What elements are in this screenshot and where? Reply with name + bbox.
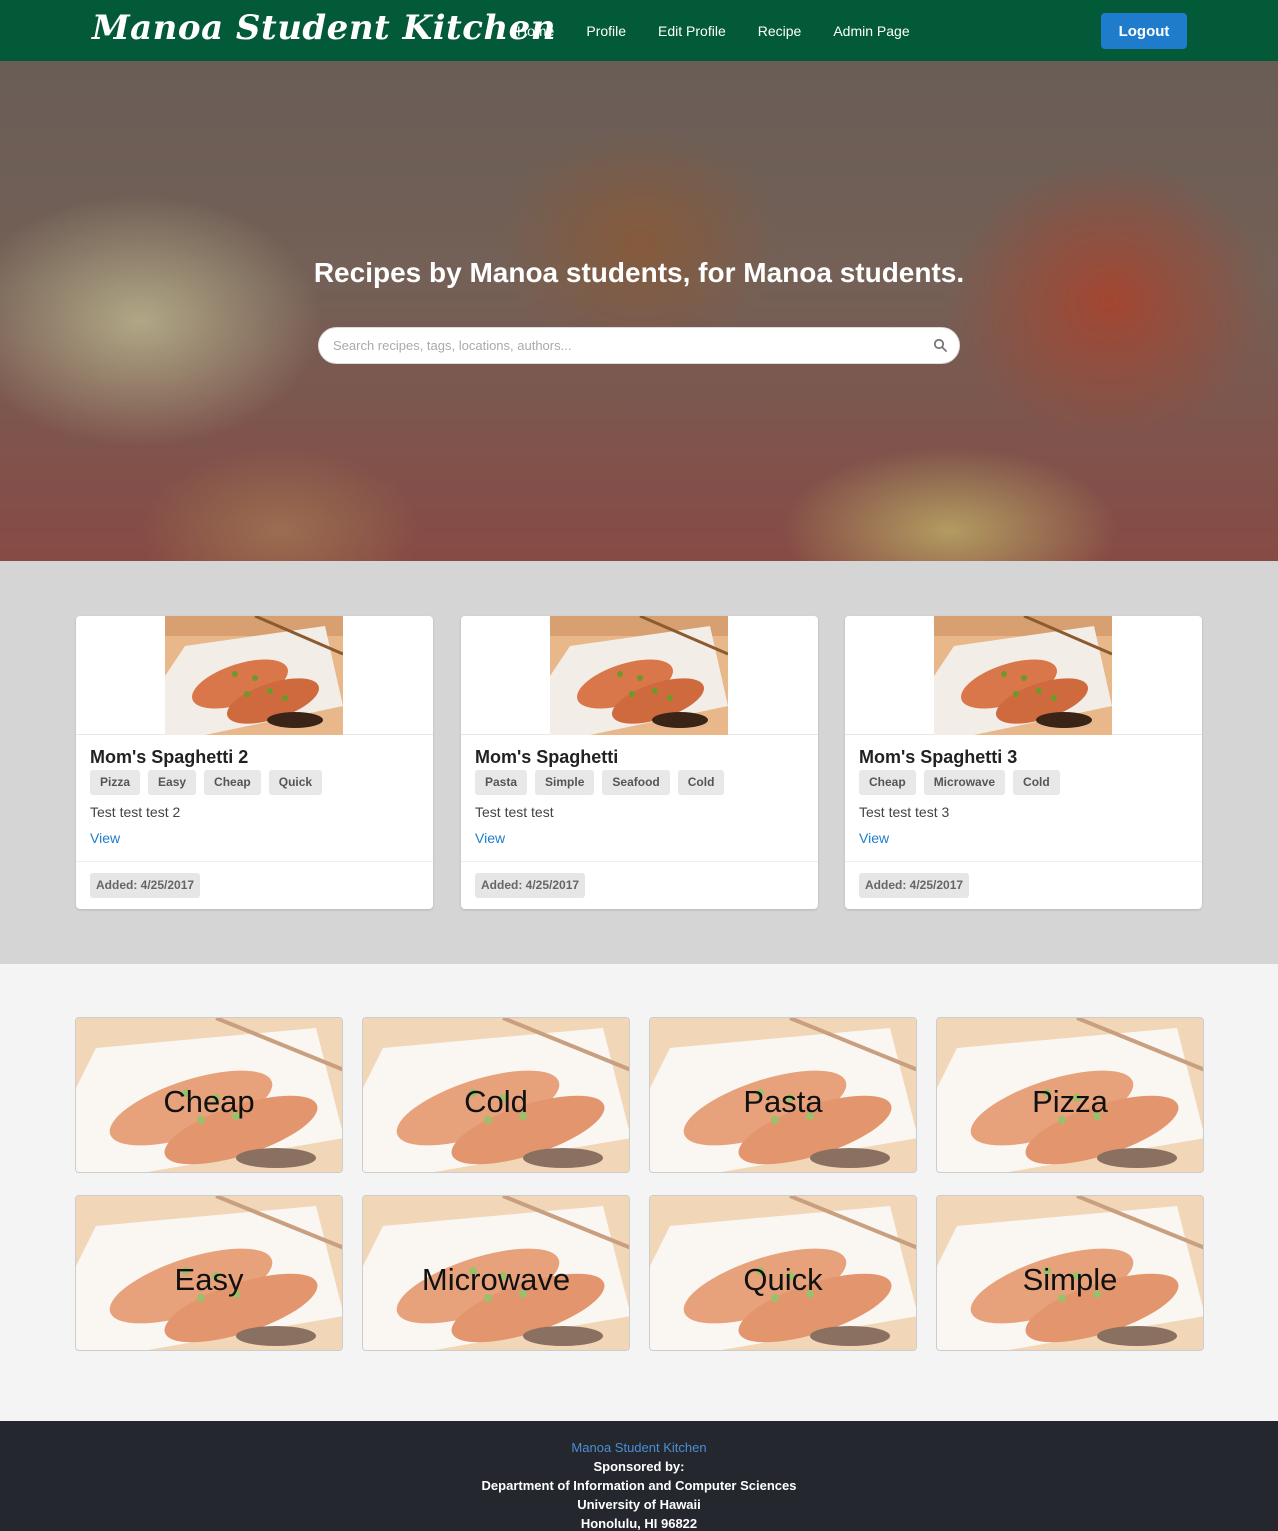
recent-recipes-section: Mom's Spaghetti 2 Pizza Easy Cheap Quick…	[0, 561, 1278, 964]
recipe-tag[interactable]: Seafood	[602, 770, 670, 795]
category-tile-microwave[interactable]: Microwave	[362, 1195, 630, 1351]
card-footer: Added: 4/25/2017	[461, 861, 818, 909]
nav-home[interactable]: Home	[517, 23, 554, 39]
nav-edit-profile[interactable]: Edit Profile	[658, 23, 726, 39]
recipe-image[interactable]	[550, 616, 728, 735]
logout-button[interactable]: Logout	[1101, 13, 1187, 49]
recipe-card: Mom's Spaghetti 3 Cheap Microwave Cold T…	[845, 616, 1202, 909]
category-tile-simple[interactable]: Simple	[936, 1195, 1204, 1351]
nav-admin-page[interactable]: Admin Page	[833, 23, 909, 39]
category-tile-pizza[interactable]: Pizza	[936, 1017, 1204, 1173]
recipe-tag[interactable]: Cheap	[204, 770, 261, 795]
recipe-card: Mom's Spaghetti Pasta Simple Seafood Col…	[461, 616, 818, 909]
nav-links: Home Profile Edit Profile Recipe Admin P…	[517, 0, 942, 61]
recipe-title: Mom's Spaghetti	[475, 747, 619, 767]
view-recipe-link[interactable]: View	[90, 830, 120, 846]
search-input[interactable]	[333, 328, 923, 363]
recipe-tags: Cheap Microwave Cold	[859, 770, 1068, 795]
recipe-description: Test test test	[475, 804, 554, 820]
category-tiles-section: Cheap Cold Pasta Pizza Easy Microwave Qu…	[0, 964, 1278, 1421]
footer-sponsored: Sponsored by:	[593, 1459, 685, 1474]
search-icon[interactable]	[933, 338, 947, 352]
hero-banner: Recipes by Manoa students, for Manoa stu…	[0, 61, 1278, 561]
recipe-tag[interactable]: Easy	[148, 770, 197, 795]
recipe-tag[interactable]: Simple	[535, 770, 595, 795]
hero-title: Recipes by Manoa students, for Manoa stu…	[313, 257, 965, 288]
card-image-area	[461, 616, 818, 735]
footer-address: Honolulu, HI 96822	[580, 1516, 698, 1531]
footer: Manoa Student Kitchen Sponsored by: Depa…	[0, 1421, 1278, 1531]
recipe-tag[interactable]: Microwave	[923, 770, 1006, 795]
recipe-tags: Pasta Simple Seafood Cold	[475, 770, 732, 795]
recipe-description: Test test test 3	[859, 804, 950, 820]
added-date-badge: Added: 4/25/2017	[90, 873, 201, 898]
category-tile-pasta[interactable]: Pasta	[649, 1017, 917, 1173]
view-recipe-link[interactable]: View	[859, 830, 889, 846]
nav-profile[interactable]: Profile	[586, 23, 626, 39]
recipe-title: Mom's Spaghetti 2	[90, 747, 249, 767]
recipe-title: Mom's Spaghetti 3	[859, 747, 1018, 767]
nav-recipe[interactable]: Recipe	[758, 23, 802, 39]
category-tile-easy[interactable]: Easy	[75, 1195, 343, 1351]
footer-department: Department of Information and Computer S…	[481, 1478, 797, 1493]
category-tile-cheap[interactable]: Cheap	[75, 1017, 343, 1173]
category-tile-cold[interactable]: Cold	[362, 1017, 630, 1173]
recipe-tags: Pizza Easy Cheap Quick	[90, 770, 330, 795]
card-image-area	[76, 616, 433, 735]
footer-university: University of Hawaii	[577, 1497, 701, 1512]
card-footer: Added: 4/25/2017	[845, 861, 1202, 909]
navbar: Manoa Student Kitchen Home Profile Edit …	[0, 0, 1278, 61]
recipe-image[interactable]	[165, 616, 343, 735]
recipe-tag[interactable]: Cheap	[859, 770, 916, 795]
card-image-area	[845, 616, 1202, 735]
tile-label: Simple	[1022, 1262, 1118, 1297]
view-recipe-link[interactable]: View	[475, 830, 505, 846]
search-box	[318, 327, 960, 364]
tile-label: Microwave	[421, 1262, 571, 1297]
tile-label: Cold	[464, 1084, 528, 1119]
recipe-tag[interactable]: Pasta	[475, 770, 528, 795]
tile-label: Pizza	[1032, 1084, 1108, 1119]
hero-overlay	[0, 61, 1278, 561]
recipe-tag[interactable]: Cold	[1013, 770, 1060, 795]
recipe-card: Mom's Spaghetti 2 Pizza Easy Cheap Quick…	[76, 616, 433, 909]
card-footer: Added: 4/25/2017	[76, 861, 433, 909]
tile-label: Cheap	[163, 1084, 255, 1119]
added-date-badge: Added: 4/25/2017	[859, 873, 970, 898]
tile-label: Easy	[174, 1262, 244, 1297]
tile-label: Pasta	[743, 1084, 823, 1119]
recipe-tag[interactable]: Quick	[268, 770, 323, 795]
category-tile-quick[interactable]: Quick	[649, 1195, 917, 1351]
recipe-tag[interactable]: Cold	[677, 770, 725, 795]
recipe-image[interactable]	[934, 616, 1112, 735]
recipe-description: Test test test 2	[90, 804, 181, 820]
brand-logo[interactable]: Manoa Student Kitchen	[92, 8, 556, 48]
tile-label: Quick	[743, 1262, 823, 1297]
recipe-tag[interactable]: Pizza	[90, 770, 141, 795]
added-date-badge: Added: 4/25/2017	[475, 873, 586, 898]
footer-brand-link[interactable]: Manoa Student Kitchen	[0, 1438, 1278, 1457]
